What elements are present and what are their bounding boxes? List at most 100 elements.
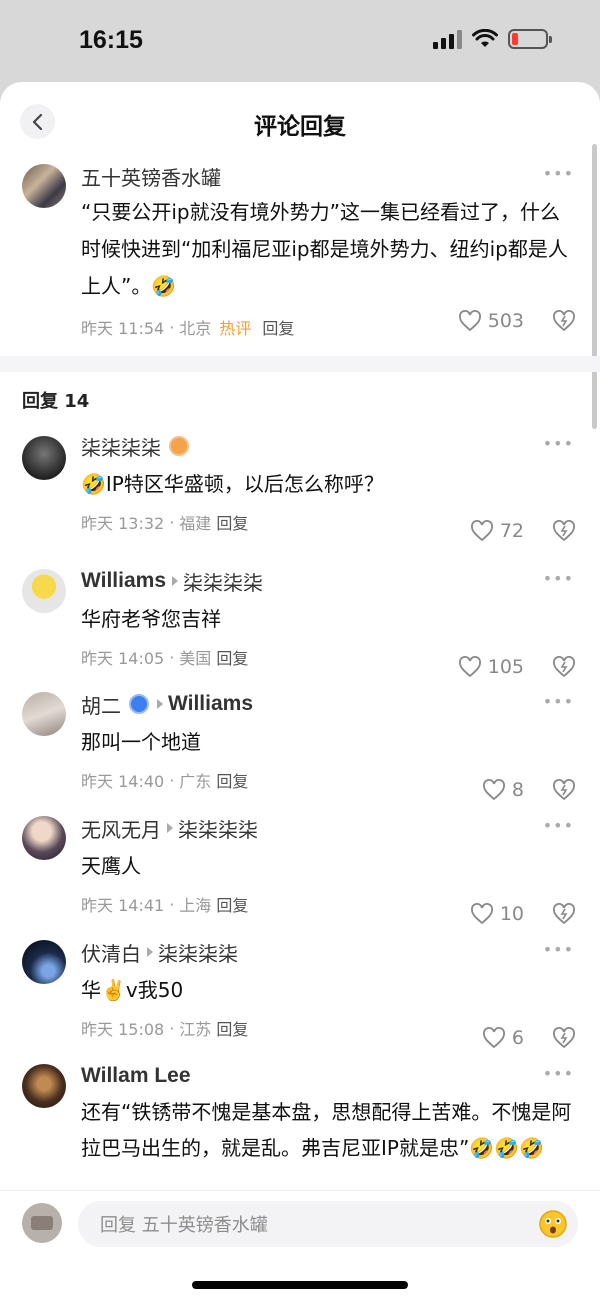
comment-location: 上海 (179, 896, 212, 915)
comment-time: 昨天 14:05 (81, 649, 165, 668)
more-options-icon[interactable]: ••• (543, 1064, 574, 1083)
comment-text: 华✌️v我50 (81, 978, 184, 1002)
heart-icon (470, 903, 493, 925)
reply-input[interactable]: 回复 五十英镑香水罐 (78, 1201, 578, 1247)
reply-target[interactable]: 柒柒柒柒 (183, 567, 263, 596)
avatar[interactable] (22, 436, 66, 480)
section-divider (0, 356, 600, 372)
comment-time: 昨天 14:40 (81, 772, 165, 791)
like-count: 8 (511, 779, 524, 801)
sheet-header: 评论回复 (0, 82, 600, 162)
like-button[interactable]: 6 (482, 1027, 524, 1049)
heart-icon (482, 1027, 505, 1049)
comment-time: 昨天 13:32 (81, 514, 165, 533)
dislike-icon[interactable] (552, 1027, 576, 1049)
status-bar: 16:15 (0, 0, 600, 82)
reply-to-arrow-icon (172, 576, 179, 586)
avatar[interactable] (22, 940, 66, 984)
more-options-icon[interactable]: ••• (543, 434, 574, 453)
comment-text: 天鹰人 (81, 854, 141, 878)
avatar[interactable] (22, 569, 66, 613)
avatar[interactable] (22, 1064, 66, 1108)
page-title: 评论回复 (254, 114, 346, 140)
avatar[interactable] (22, 816, 66, 860)
reply-link[interactable]: 回复 (216, 768, 248, 792)
reply-bar: 回复 五十英镑香水罐 (0, 1190, 600, 1300)
user-badge-icon (169, 436, 189, 456)
author-name[interactable]: 五十英镑香水罐 (81, 162, 574, 190)
like-button[interactable]: 72 (470, 520, 524, 542)
reply-target[interactable]: Williams (168, 692, 253, 716)
emoji-icon[interactable] (538, 1209, 568, 1239)
hot-badge: 热评 (219, 319, 252, 338)
author-name[interactable]: 无风无月 柒柒柒柒 (81, 814, 574, 842)
heart-icon (470, 520, 493, 542)
avatar[interactable] (22, 164, 66, 208)
heart-icon (482, 779, 505, 801)
comment-time: 昨天 15:08 (81, 1020, 165, 1039)
author-name[interactable]: Willam Lee (81, 1062, 574, 1090)
like-count: 72 (499, 520, 524, 542)
heart-icon (458, 656, 481, 678)
user-badge-icon (129, 694, 149, 714)
more-options-icon[interactable]: ••• (543, 692, 574, 711)
dislike-icon[interactable] (552, 779, 576, 801)
status-time: 16:15 (79, 26, 143, 54)
reply-target[interactable]: 柒柒柒柒 (158, 938, 238, 967)
dislike-icon[interactable] (552, 656, 576, 678)
cellular-signal-icon (433, 29, 462, 49)
reply-count: 回复 14 (22, 391, 90, 412)
reply-link[interactable]: 回复 (216, 645, 248, 669)
reply-input-placeholder: 回复 五十英镑香水罐 (100, 1215, 268, 1236)
reply-link[interactable]: 回复 (216, 892, 248, 916)
comment-time: 昨天 14:41 (81, 896, 165, 915)
dislike-icon[interactable] (552, 310, 576, 332)
more-options-icon[interactable]: ••• (543, 569, 574, 588)
wifi-icon (472, 29, 498, 47)
reply-to-arrow-icon (147, 947, 153, 957)
like-button[interactable]: 10 (470, 903, 524, 925)
more-options-icon[interactable]: ••• (543, 816, 574, 835)
comment-location: 福建 (179, 514, 212, 533)
author-name[interactable]: 伏清白 柒柒柒柒 (81, 938, 574, 966)
like-button[interactable]: 503 (458, 310, 524, 332)
comment-text: “只要公开ip就没有境外势力”这一集已经看过了，什么时候快进到“加利福尼亚ip都… (81, 200, 568, 298)
avatar[interactable] (22, 692, 66, 736)
author-name[interactable]: 胡二 Williams (81, 690, 574, 718)
battery-icon (508, 29, 552, 49)
status-icons (433, 29, 552, 49)
reply-link[interactable]: 回复 (216, 510, 248, 534)
like-button[interactable]: 105 (458, 656, 524, 678)
like-count: 6 (511, 1027, 524, 1049)
comment-text: 还有“铁锈带不愧是基本盘，思想配得上苦难。不愧是阿拉巴马出生的，就是乱。弗吉尼亚… (81, 1100, 572, 1160)
comment-text: 🤣IP特区华盛顿，以后怎么称呼？ (81, 472, 384, 496)
comment-location: 江苏 (179, 1020, 212, 1039)
home-indicator[interactable] (192, 1281, 408, 1289)
more-options-icon[interactable]: ••• (543, 164, 574, 183)
comment-location: 北京 (179, 319, 212, 338)
comment-text: 那叫一个地道 (81, 730, 201, 754)
author-name[interactable]: 柒柒柒柒 (81, 432, 574, 460)
reply-to-arrow-icon (157, 699, 163, 709)
reply-link[interactable]: 回复 (216, 1016, 248, 1040)
comment-location: 广东 (179, 772, 212, 791)
dislike-icon[interactable] (552, 520, 576, 542)
reply-link[interactable]: 回复 (262, 315, 294, 339)
scrollbar[interactable] (592, 144, 597, 429)
like-count: 10 (499, 903, 524, 925)
reply-to-arrow-icon (167, 823, 173, 833)
author-name[interactable]: Williams 柒柒柒柒 (81, 567, 574, 595)
reply-target[interactable]: 柒柒柒柒 (178, 814, 258, 843)
comment-text: 华府老爷您吉祥 (81, 607, 221, 631)
like-button[interactable]: 8 (482, 779, 524, 801)
like-count: 503 (487, 310, 524, 332)
hp-logo-icon (31, 1216, 53, 1230)
dislike-icon[interactable] (552, 903, 576, 925)
like-count: 105 (487, 656, 524, 678)
comment-time: 昨天 11:54 (81, 319, 165, 338)
my-avatar[interactable] (22, 1203, 62, 1243)
more-options-icon[interactable]: ••• (543, 940, 574, 959)
heart-icon (458, 310, 481, 332)
comment-location: 美国 (179, 649, 212, 668)
comment-sheet: 评论回复 五十英镑香水罐 ••• “只要公开ip就没有境外势力”这一集已经看过了… (0, 82, 600, 1300)
